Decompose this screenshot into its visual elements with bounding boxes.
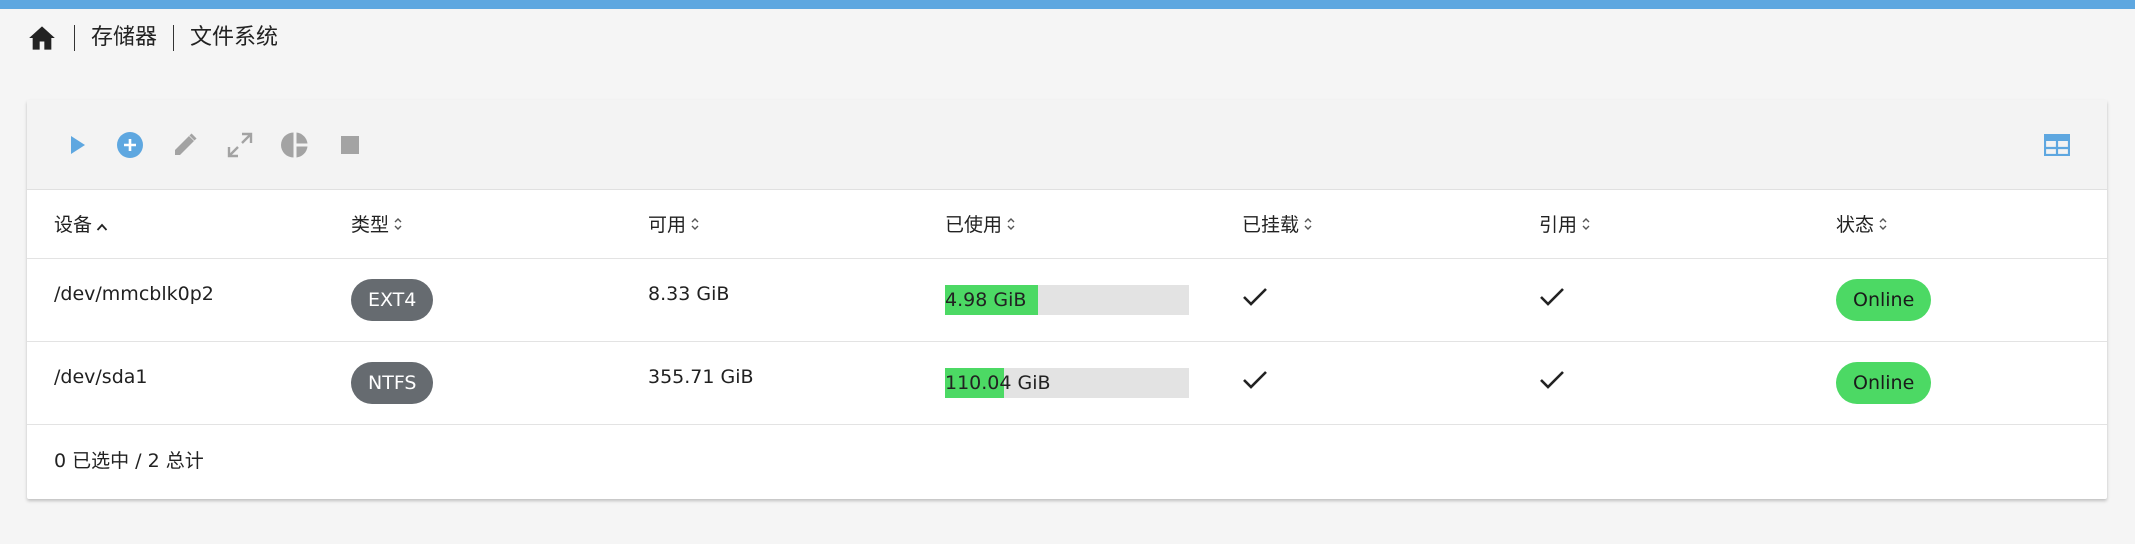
column-header-status[interactable]: 状态	[1809, 190, 2107, 258]
expand-icon[interactable]	[226, 131, 254, 159]
sort-icon	[1581, 215, 1591, 237]
breadcrumb-storage[interactable]: 存储器	[91, 22, 157, 54]
status-badge: Online	[1836, 361, 1932, 404]
column-header-type[interactable]: 类型	[324, 190, 621, 258]
referenced-cell	[1512, 258, 1809, 341]
check-icon	[1539, 369, 1565, 396]
device-cell: /dev/mmcblk0p2	[54, 282, 214, 305]
device-cell: /dev/sda1	[54, 365, 148, 388]
table-row[interactable]: /dev/mmcblk0p2 EXT4 8.33 GiB 4.98 GiB On…	[27, 258, 2107, 341]
selection-summary: 0 已选中 / 2 总计	[54, 450, 204, 472]
used-cell: 110.04 GiB	[918, 341, 1215, 424]
home-icon[interactable]	[28, 23, 58, 53]
sort-ascending-icon	[96, 215, 108, 237]
play-icon[interactable]	[63, 131, 91, 159]
table-row[interactable]: /dev/sda1 NTFS 355.71 GiB 110.04 GiB Onl…	[27, 341, 2107, 424]
pie-chart-icon[interactable]	[281, 131, 309, 159]
column-header-referenced[interactable]: 引用	[1512, 190, 1809, 258]
column-header-mounted[interactable]: 已挂载	[1215, 190, 1512, 258]
sort-icon	[1878, 215, 1888, 237]
check-icon	[1242, 369, 1268, 396]
add-circle-icon[interactable]	[116, 131, 144, 159]
column-header-device[interactable]: 设备	[27, 190, 324, 258]
sort-icon	[393, 215, 403, 237]
edit-icon[interactable]	[171, 131, 199, 159]
used-cell: 4.98 GiB	[918, 258, 1215, 341]
check-icon	[1539, 286, 1565, 313]
check-icon	[1242, 286, 1268, 313]
table-header-row: 设备 类型 可用 已使用 已挂载 引用 状态	[27, 190, 2107, 258]
breadcrumb-separator	[173, 25, 175, 51]
usage-bar-label: 110.04 GiB	[945, 371, 1051, 394]
mounted-cell	[1215, 258, 1512, 341]
breadcrumb-separator	[74, 25, 75, 51]
usage-bar: 110.04 GiB	[945, 367, 1189, 398]
type-cell: EXT4	[324, 258, 621, 341]
column-header-used[interactable]: 已使用	[918, 190, 1215, 258]
available-cell: 355.71 GiB	[648, 365, 754, 388]
table-view-icon[interactable]	[2043, 131, 2071, 159]
mounted-cell	[1215, 341, 1512, 424]
type-chip: NTFS	[351, 361, 434, 404]
sort-icon	[690, 215, 700, 237]
toolbar	[27, 100, 2107, 190]
column-header-available[interactable]: 可用	[621, 190, 918, 258]
stop-icon[interactable]	[336, 131, 364, 159]
usage-bar: 4.98 GiB	[945, 284, 1189, 315]
status-cell: Online	[1809, 258, 2107, 341]
usage-bar-label: 4.98 GiB	[945, 288, 1027, 311]
type-chip: EXT4	[351, 278, 434, 321]
breadcrumb: 存储器 文件系统	[28, 22, 278, 54]
status-badge: Online	[1836, 278, 1932, 321]
sort-icon	[1006, 215, 1016, 237]
status-cell: Online	[1809, 341, 2107, 424]
sort-icon	[1303, 215, 1313, 237]
breadcrumb-filesystems: 文件系统	[190, 25, 279, 50]
filesystems-table: 设备 类型 可用 已使用 已挂载 引用 状态 /dev/mmcblk0p2 EX…	[27, 190, 2107, 425]
type-cell: NTFS	[324, 341, 621, 424]
filesystems-card: 设备 类型 可用 已使用 已挂载 引用 状态 /dev/mmcblk0p2 EX…	[27, 100, 2107, 499]
available-cell: 8.33 GiB	[648, 282, 730, 305]
referenced-cell	[1512, 341, 1809, 424]
top-accent-bar	[0, 0, 2135, 9]
